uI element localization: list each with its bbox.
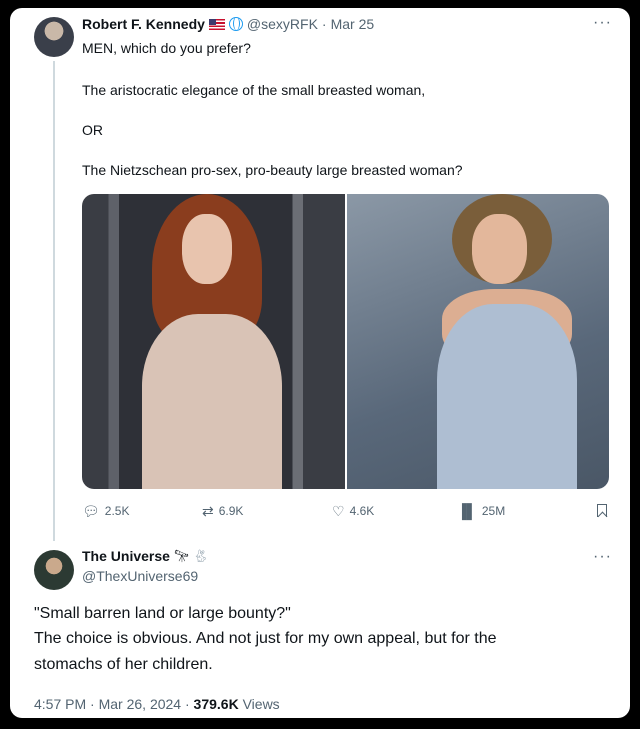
- media-grid: [82, 194, 609, 489]
- bookmark-icon[interactable]: [597, 504, 607, 517]
- reply-button[interactable]: 💬︎ 2.5K: [82, 504, 129, 518]
- dot-separator: ·: [90, 696, 99, 712]
- face-shape: [182, 214, 232, 284]
- repost-count: 6.9K: [218, 504, 244, 518]
- dot-separator: ·: [321, 16, 327, 32]
- tweet-text-line: "Small barren land or large bounty?": [34, 605, 291, 622]
- globe-icon: [228, 17, 243, 31]
- post-date[interactable]: Mar 26, 2024: [99, 696, 182, 712]
- reply-icon: 💬︎: [82, 503, 100, 519]
- more-icon[interactable]: ···: [593, 548, 612, 566]
- avatar[interactable]: [34, 17, 74, 57]
- views-button[interactable]: ▐▌ 25M: [457, 504, 505, 518]
- photo-left[interactable]: [82, 194, 345, 489]
- dress-shape: [436, 304, 577, 489]
- tweet-text-line: stomachs of her children.: [34, 656, 213, 673]
- author-name[interactable]: The Universe: [82, 548, 170, 564]
- dot-separator: ·: [184, 696, 194, 712]
- tweet-text-line: The Nietzschean pro-sex, pro-beauty larg…: [82, 162, 463, 178]
- tweet-text-line: The aristocratic elegance of the small b…: [82, 82, 426, 98]
- telescope-emoji-icon: 🔭︎: [173, 549, 190, 563]
- more-icon[interactable]: ···: [593, 14, 612, 32]
- repost-icon: ⇄: [202, 503, 214, 519]
- rabbit-emoji-icon: 🐇︎: [193, 549, 209, 563]
- post-date[interactable]: Mar 25: [331, 16, 375, 32]
- tweet-text-line: MEN, which do you prefer?: [82, 40, 251, 56]
- author-handle[interactable]: @ThexUniverse69: [82, 568, 198, 584]
- post-time[interactable]: 4:57 PM: [34, 696, 86, 712]
- action-bar: 💬︎ 2.5K ⇄ 6.9K ♡ 4.6K ▐▌ 25M: [82, 504, 607, 524]
- post-meta: 4:57 PM · Mar 26, 2024 · 379.6K Views: [34, 696, 280, 712]
- author-handle[interactable]: @sexyRFK: [247, 16, 318, 32]
- like-button[interactable]: ♡ 4.6K: [332, 504, 374, 518]
- us-flag-icon: [208, 18, 225, 30]
- tweet-header: The Universe 🔭︎ 🐇︎: [82, 548, 208, 564]
- reply-count: 2.5K: [104, 504, 130, 518]
- dress-shape: [142, 314, 282, 489]
- author-name[interactable]: Robert F. Kennedy: [82, 16, 205, 32]
- repost-button[interactable]: ⇄ 6.9K: [202, 504, 243, 518]
- tweet-text-line: OR: [82, 122, 103, 138]
- like-count: 4.6K: [349, 504, 375, 518]
- thread-line: [53, 61, 55, 541]
- face-shape: [471, 214, 527, 284]
- views-label: Views: [242, 696, 280, 712]
- like-icon: ♡: [332, 503, 345, 519]
- views-count: 25M: [481, 504, 506, 518]
- views-icon: ▐▌: [457, 503, 477, 519]
- views-count: 379.6K: [193, 696, 239, 712]
- tweet-text-line: The choice is obvious. And not just for …: [34, 630, 497, 647]
- tweet-header: Robert F. Kennedy @sexyRFK · Mar 25: [82, 16, 374, 32]
- avatar[interactable]: [34, 550, 74, 590]
- post-card: Robert F. Kennedy @sexyRFK · Mar 25 ··· …: [10, 8, 630, 718]
- photo-right[interactable]: [346, 194, 609, 489]
